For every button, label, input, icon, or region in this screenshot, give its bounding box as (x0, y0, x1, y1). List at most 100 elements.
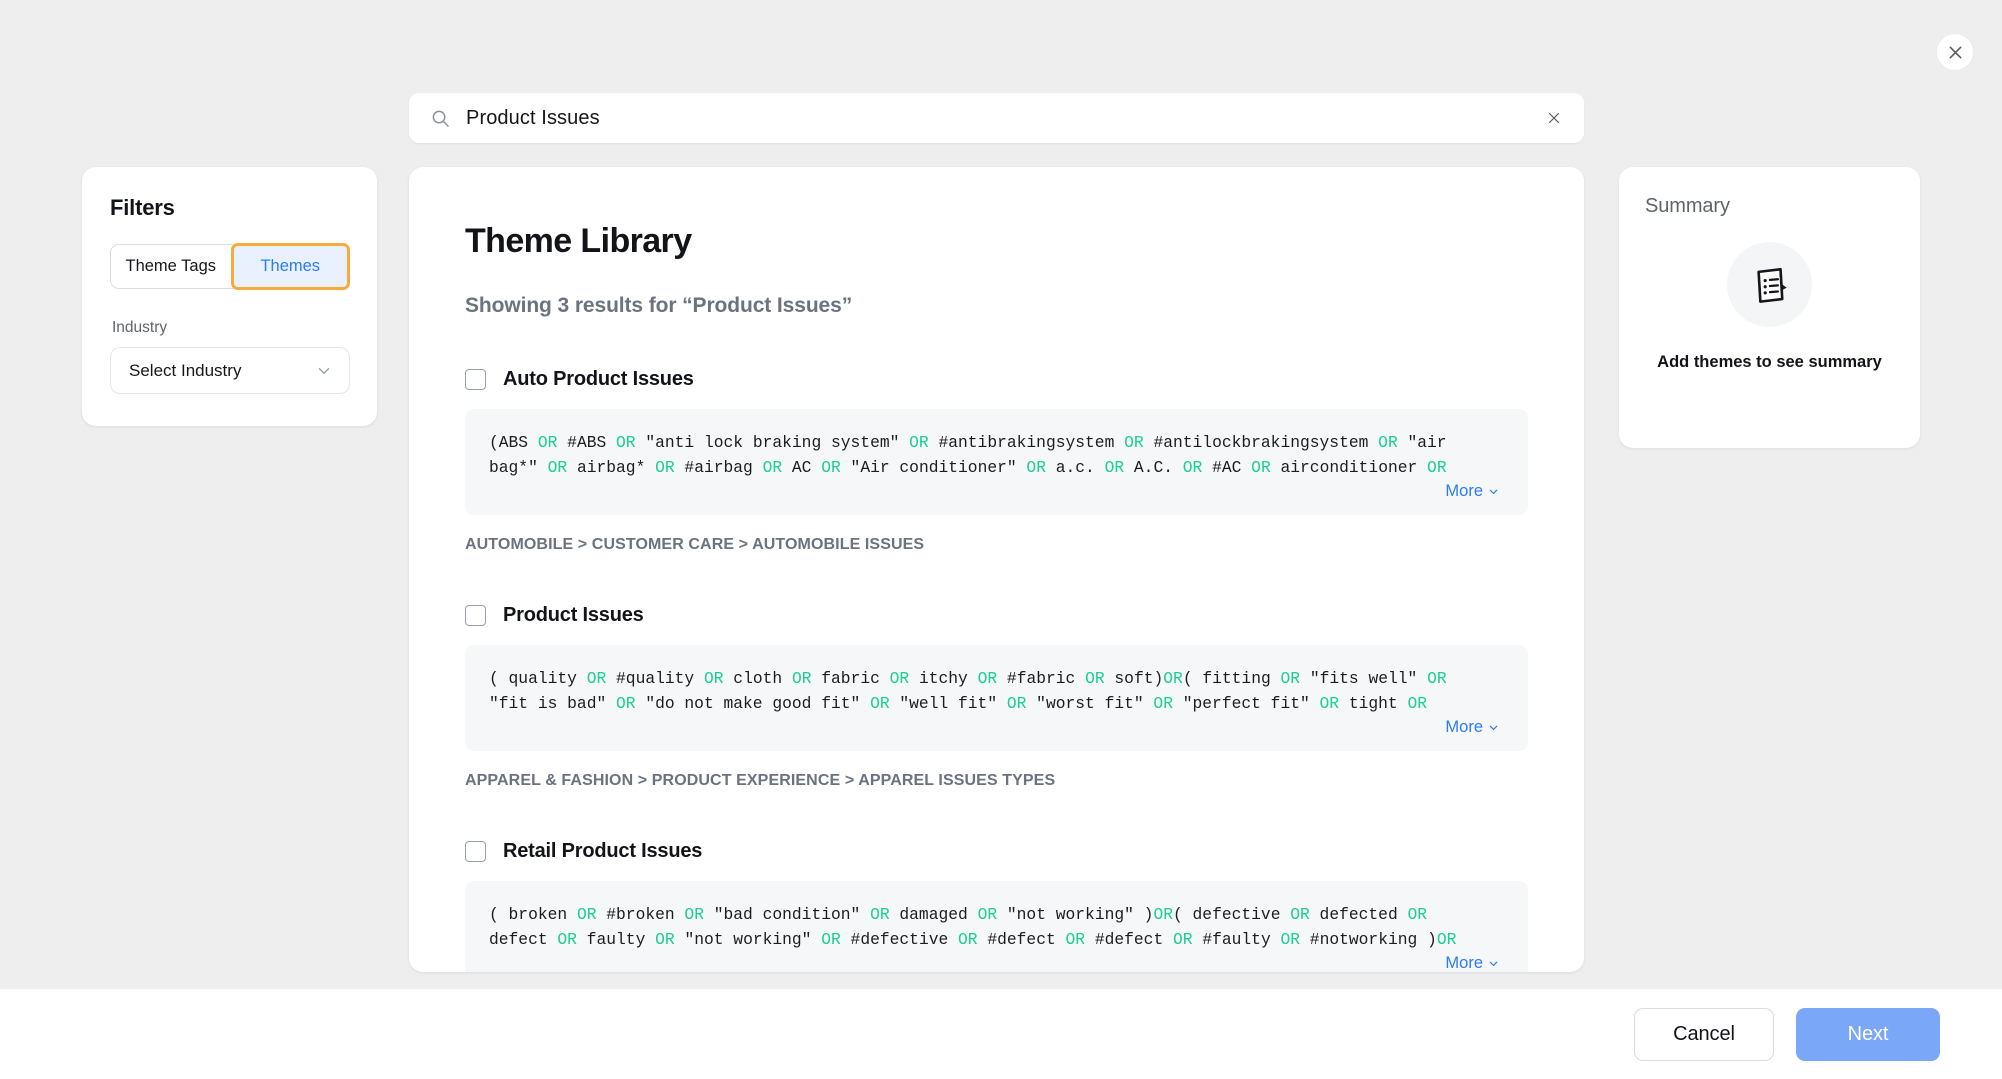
query-text: ( defective (1172, 905, 1291, 924)
search-icon (432, 110, 449, 127)
search-bar[interactable]: Product Issues (409, 93, 1584, 143)
cancel-button[interactable]: Cancel (1634, 1007, 1774, 1061)
query-operator: OR (557, 930, 577, 949)
page-title: Theme Library (465, 222, 692, 260)
query-operator: OR (1124, 433, 1144, 452)
search-clear-button[interactable] (1544, 108, 1564, 128)
next-button[interactable]: Next (1796, 1007, 1940, 1061)
query-operator: OR (821, 930, 841, 949)
query-operator: OR (977, 669, 998, 688)
query-text: defect (489, 930, 558, 949)
query-operator: OR (576, 905, 597, 924)
query-operator: OR (821, 458, 841, 477)
query-text: airbag* (567, 458, 656, 477)
close-icon (1949, 46, 1961, 58)
summary-panel: Summary Add themes to see summary (1619, 167, 1920, 448)
industry-label: Industry (112, 319, 168, 336)
industry-select[interactable]: Select Industry (110, 347, 350, 394)
theme-name: Product Issues (503, 604, 644, 626)
query-text: #airbag (674, 458, 763, 477)
query-text: "well fit" (889, 694, 1007, 713)
theme-result-item: Auto Product Issues (ABS OR #ABS OR "anti… (465, 368, 1584, 554)
query-operator: OR (655, 458, 675, 477)
query-text: ( quality (489, 669, 587, 688)
query-operator: OR (870, 694, 890, 713)
more-label: More (1445, 482, 1483, 500)
query-operator: OR (1407, 694, 1428, 713)
search-input[interactable]: Product Issues (466, 107, 1544, 130)
theme-query-line: "fit is bad" OR "do not make good fit" O… (489, 691, 1504, 716)
query-operator: OR (870, 905, 890, 924)
summary-icon-circle (1727, 242, 1812, 327)
theme-name: Auto Product Issues (503, 368, 694, 390)
query-text: #defective (840, 930, 959, 949)
query-operator: OR (684, 905, 704, 924)
query-text: #defect (977, 930, 1066, 949)
theme-query-line: defect OR faulty OR "not working" OR #de… (489, 927, 1504, 952)
filter-type-segmented-control: Theme Tags Themes (110, 243, 350, 290)
query-text: ( fitting (1182, 669, 1281, 688)
theme-query-block: (ABS OR #ABS OR "anti lock braking syste… (465, 409, 1528, 515)
more-label: More (1445, 954, 1483, 972)
query-text: #ABS (557, 433, 617, 452)
theme-query-line: (ABS OR #ABS OR "anti lock braking syste… (489, 430, 1504, 455)
query-operator: OR (1407, 905, 1428, 924)
theme-checkbox[interactable] (465, 841, 486, 862)
theme-query-line: ( broken OR #broken OR "bad condition" O… (489, 902, 1504, 927)
industry-select-value: Select Industry (129, 360, 242, 380)
theme-query-line: bag*" OR airbag* OR #airbag OR AC OR "Ai… (489, 455, 1504, 480)
close-dialog-button[interactable] (1936, 33, 1974, 71)
query-text: bag*" (489, 458, 548, 477)
query-operator: OR (616, 433, 636, 452)
query-operator: OR (889, 669, 910, 688)
query-text: defected (1309, 905, 1408, 924)
theme-query-block: ( quality OR #quality OR cloth OR fabric… (465, 645, 1528, 751)
query-operator: OR (1153, 905, 1173, 924)
query-operator: OR (1104, 458, 1125, 477)
theme-checkbox[interactable] (465, 369, 486, 390)
query-text: tight (1339, 694, 1408, 713)
more-toggle[interactable]: More (489, 718, 1504, 737)
query-text: #notworking ) (1300, 930, 1437, 949)
query-text: #antilockbrakingsystem (1143, 433, 1379, 452)
query-text: "air (1397, 433, 1447, 452)
query-operator: OR (1280, 669, 1301, 688)
query-text: airconditioner (1270, 458, 1428, 477)
theme-result-item: Product Issues ( quality OR #quality OR c… (465, 604, 1584, 790)
summary-title: Summary (1645, 195, 1730, 217)
results-list: Auto Product Issues (ABS OR #ABS OR "anti… (465, 368, 1584, 972)
query-text: "not working" (674, 930, 822, 949)
tab-theme-tags[interactable]: Theme Tags (111, 245, 231, 288)
more-toggle[interactable]: More (489, 954, 1504, 972)
query-text: #broken (596, 905, 685, 924)
query-text: "Air conditioner" (840, 458, 1027, 477)
query-text: faulty (576, 930, 656, 949)
more-label: More (1445, 718, 1483, 736)
theme-checkbox[interactable] (465, 605, 486, 626)
tab-themes[interactable]: Themes (230, 243, 350, 290)
chevron-down-icon (1489, 961, 1498, 967)
more-toggle[interactable]: More (489, 482, 1504, 501)
query-operator: OR (958, 930, 978, 949)
query-text: #faulty (1192, 930, 1281, 949)
query-operator: OR (1006, 694, 1027, 713)
query-text: "fit is bad" (489, 694, 617, 713)
chevron-down-icon (1489, 489, 1498, 495)
theme-result-item: Retail Product Issues ( broken OR #broken… (465, 840, 1584, 972)
query-operator: OR (1065, 930, 1086, 949)
theme-query-line: ( quality OR #quality OR cloth OR fabric… (489, 666, 1504, 691)
query-operator: OR (547, 458, 568, 477)
query-text: #quality (606, 669, 704, 688)
query-operator: OR (762, 458, 783, 477)
query-text: "worst fit" (1026, 694, 1154, 713)
query-text: #fabric (997, 669, 1086, 688)
query-operator: OR (1251, 458, 1271, 477)
query-operator: OR (1427, 669, 1447, 688)
query-operator: OR (977, 905, 998, 924)
query-operator: OR (1319, 694, 1340, 713)
theme-library-panel: Theme Library Showing 3 results for “Pro… (409, 167, 1584, 972)
query-text: soft) (1104, 669, 1164, 688)
filters-title: Filters (110, 195, 175, 220)
query-operator: OR (586, 669, 607, 688)
filters-panel: Filters Theme Tags Themes Industry Selec… (82, 167, 377, 426)
